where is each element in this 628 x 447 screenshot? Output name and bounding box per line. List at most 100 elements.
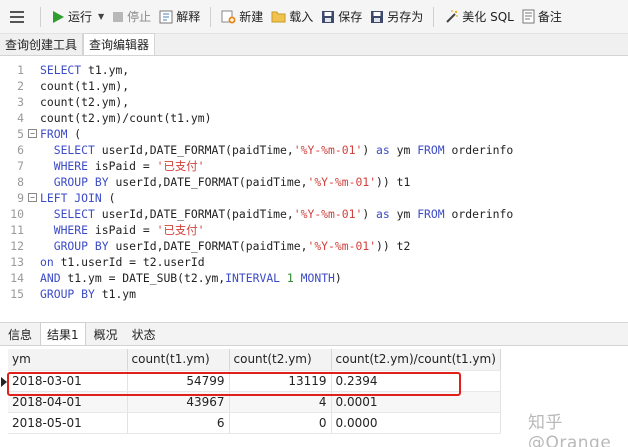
cell-count-t2[interactable]: 0 (229, 412, 332, 434)
sql-text: ) (334, 271, 342, 285)
sql-keyword: WHERE (53, 223, 89, 237)
code-line[interactable]: 14 AND t1.ym = DATE_SUB(t2.ym,INTERVAL 1 … (0, 270, 628, 286)
sql-editor[interactable]: 1 SELECT t1.ym, 2 count(t1.ym), 3 count(t2.ym… (0, 56, 628, 320)
new-label: 新建 (239, 10, 264, 24)
tab-message[interactable]: 信息 (2, 323, 38, 345)
cell-count-t1[interactable]: 6 (127, 412, 230, 434)
code-line[interactable]: 15 GROUP BY t1.ym (0, 286, 628, 302)
code-line[interactable]: 3 count(t2.ym), (0, 94, 628, 110)
line-number: 14 (10, 271, 24, 285)
stop-label: 停止 (127, 10, 152, 24)
save-button[interactable]: 保存 (317, 4, 366, 30)
table-row[interactable]: 2018-05-01 6 0 0.0000 (8, 412, 501, 434)
stop-icon (112, 11, 124, 23)
column-header-count-t2[interactable]: count(t2.ym) (229, 349, 332, 371)
sql-keyword: as (376, 207, 390, 221)
results-header-row: ym count(t1.ym) count(t2.ym) count(t2.ym… (8, 349, 501, 371)
code-line[interactable]: 12 GROUP BY userId,DATE_FORMAT(paidTime,… (0, 238, 628, 254)
sql-text: t1.ym (94, 287, 137, 301)
fold-toggle-icon[interactable]: − (28, 129, 37, 138)
code-text: GROUP BY userId,DATE_FORMAT(paidTime,'%Y… (40, 238, 411, 254)
sql-keyword: GROUP BY (53, 175, 109, 189)
explain-label: 解释 (176, 10, 201, 24)
code-line[interactable]: 6 SELECT userId,DATE_FORMAT(paidTime,'%Y… (0, 142, 628, 158)
sql-text: userId,DATE_FORMAT(paidTime, (94, 143, 294, 157)
sql-string: '%Y-%m-01' (293, 207, 363, 221)
sql-text: orderinfo (444, 143, 514, 157)
sql-text: orderinfo (444, 207, 514, 221)
sql-keyword: SELECT (53, 207, 95, 221)
run-dropdown-chevron-down-icon[interactable]: ▼ (98, 12, 104, 21)
menu-icon[interactable] (0, 0, 34, 34)
sql-text: count(t2.ym), (40, 95, 130, 109)
code-text: LEFT JOIN ( (40, 190, 115, 206)
sql-keyword: as (376, 143, 390, 157)
code-line[interactable]: 9− LEFT JOIN ( (0, 190, 628, 206)
sql-string: '%Y-%m-01' (293, 143, 363, 157)
sql-text: t1.ym = DATE_SUB(t2.ym, (60, 271, 226, 285)
sql-keyword: on (40, 255, 54, 269)
line-number: 12 (10, 239, 24, 253)
sql-text: ) (362, 143, 377, 157)
sql-text: )) t2 (376, 239, 411, 253)
run-label: 运行 (68, 10, 93, 24)
save-as-button[interactable]: 另存为 (366, 4, 427, 30)
tab-query-builder[interactable]: 查询创建工具 (0, 34, 84, 55)
line-number: 3 (17, 95, 24, 109)
beautify-sql-button[interactable]: 美化 SQL (440, 4, 518, 30)
run-button[interactable]: 运行 (47, 4, 96, 30)
code-line[interactable]: 10 SELECT userId,DATE_FORMAT(paidTime,'%… (0, 206, 628, 222)
sql-keyword: LEFT JOIN (40, 191, 102, 205)
code-line[interactable]: 7 WHERE isPaid = '已支付' (0, 158, 628, 174)
load-button[interactable]: 载入 (267, 4, 317, 30)
editor-tabs: 查询创建工具 查询编辑器 (0, 33, 628, 56)
cell-ym[interactable]: 2018-05-01 (8, 412, 128, 434)
sql-keyword: FROM (417, 143, 445, 157)
sql-text: userId,DATE_FORMAT(paidTime, (94, 207, 294, 221)
tab-status[interactable]: 状态 (126, 323, 162, 345)
explain-button[interactable]: 解释 (155, 4, 204, 30)
code-text: WHERE isPaid = '已支付' (40, 158, 205, 174)
sql-text: ( (67, 127, 82, 141)
code-line[interactable]: 5− FROM ( (0, 126, 628, 142)
code-line[interactable]: 11 WHERE isPaid = '已支付' (0, 222, 628, 238)
sql-string: '已支付' (156, 223, 205, 237)
tab-query-editor[interactable]: 查询编辑器 (83, 33, 156, 55)
save-icon (321, 10, 335, 24)
code-text: SELECT t1.ym, (40, 62, 129, 78)
stop-button[interactable]: 停止 (108, 4, 155, 30)
column-header-retention-ratio[interactable]: count(t2.ym)/count(t1.ym) (331, 349, 501, 371)
toolbar-divider (210, 6, 212, 27)
sql-text: t1.userId = t2.userId (53, 255, 205, 269)
code-text: count(t1.ym), (40, 78, 129, 94)
code-line[interactable]: 8 GROUP BY userId,DATE_FORMAT(paidTime,'… (0, 174, 628, 190)
sql-keyword: GROUP BY (53, 239, 109, 253)
sql-text: ym (389, 207, 418, 221)
folder-icon (271, 10, 286, 23)
sql-text: ) (362, 207, 377, 221)
fold-toggle-icon[interactable]: − (28, 193, 37, 202)
sql-text: isPaid = (88, 223, 157, 237)
code-line[interactable]: 1 SELECT t1.ym, (0, 62, 628, 78)
new-button[interactable]: 新建 (217, 4, 267, 30)
sql-keyword: FROM (40, 127, 68, 141)
notes-button[interactable]: 备注 (518, 4, 566, 30)
column-header-ym[interactable]: ym (8, 349, 128, 371)
line-number: 13 (10, 255, 24, 269)
column-header-count-t1[interactable]: count(t1.ym) (127, 349, 230, 371)
sql-text: ym (389, 143, 418, 157)
code-text: FROM ( (40, 126, 81, 142)
tab-result-1[interactable]: 结果1 (40, 322, 86, 345)
result-tabs: 信息 结果1 概况 状态 (0, 322, 628, 346)
sql-keyword: MONTH (300, 271, 335, 285)
line-number: 6 (17, 143, 24, 157)
cell-ratio[interactable]: 0.0000 (331, 412, 501, 434)
code-line[interactable]: 4 count(t2.ym)/count(t1.ym) (0, 110, 628, 126)
code-line[interactable]: 2 count(t1.ym), (0, 78, 628, 94)
sql-text: count(t2.ym)/count(t1.ym) (40, 111, 212, 125)
code-line[interactable]: 13 on t1.userId = t2.userId (0, 254, 628, 270)
tab-profile[interactable]: 概况 (88, 323, 124, 345)
